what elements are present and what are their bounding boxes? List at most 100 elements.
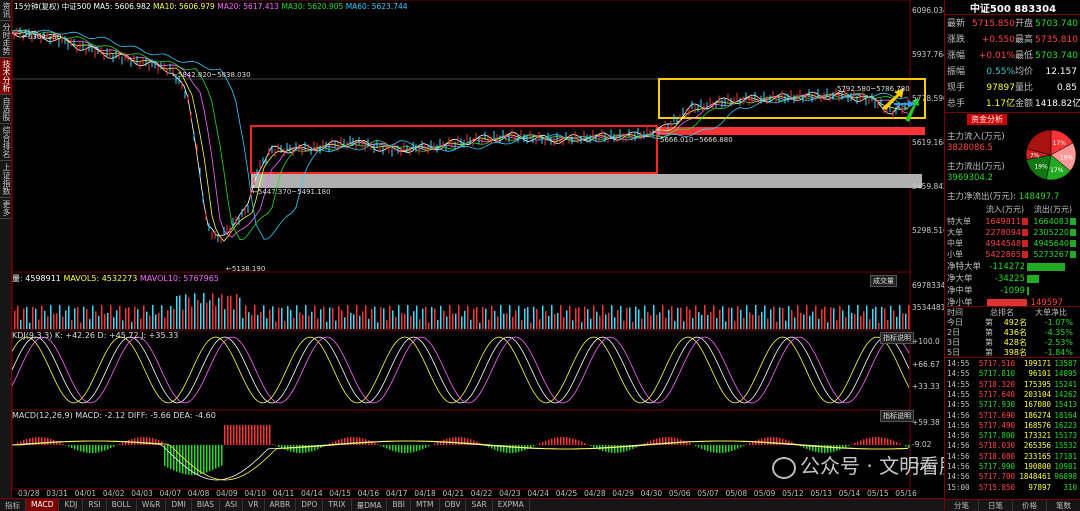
volume-bar bbox=[908, 305, 910, 329]
volume-bar bbox=[596, 312, 598, 329]
volume-bar bbox=[818, 319, 820, 329]
volume-bar bbox=[680, 308, 682, 329]
indicator-tab[interactable]: VR bbox=[243, 499, 264, 511]
indicator-tab[interactable]: MACD bbox=[26, 499, 59, 511]
tab-technical[interactable]: 技术分析 bbox=[0, 58, 11, 95]
right-bottom-tab[interactable]: 笔数 bbox=[1047, 500, 1080, 511]
pie-label: 17% bbox=[1050, 167, 1064, 174]
macd-bar bbox=[530, 445, 532, 448]
macd-bar bbox=[575, 439, 577, 445]
tab-index[interactable]: 上证指数 bbox=[0, 161, 11, 198]
tick-volume: 96101 bbox=[1015, 369, 1051, 378]
indicator-tab[interactable]: DMI bbox=[166, 499, 191, 511]
volume-bar bbox=[620, 306, 622, 329]
indicator-tab[interactable]: 指标 bbox=[0, 499, 26, 511]
indicator-tab[interactable]: BIAS bbox=[192, 499, 220, 511]
macd-bar bbox=[698, 445, 700, 448]
volume-bar bbox=[803, 314, 805, 329]
tick-row: 14:565718.03026535615532 bbox=[947, 441, 1079, 451]
indicator-tab[interactable]: EXPMA bbox=[493, 499, 530, 511]
indicator-tab[interactable]: ASI bbox=[220, 499, 243, 511]
indicator-tab[interactable]: OBV bbox=[440, 499, 467, 511]
kline-chart-area[interactable]: 15分钟(复权) 中证500 MA5: 5606.982 MA10: 5606.… bbox=[12, 0, 944, 498]
chart-svg[interactable] bbox=[12, 0, 944, 498]
macd-bar bbox=[434, 444, 436, 445]
quote-value: +0.01% bbox=[971, 51, 1015, 61]
indicator-tab[interactable]: 量DMA bbox=[352, 499, 388, 511]
quote-label: 最新 bbox=[947, 16, 971, 29]
indicator-tab[interactable]: ARBR bbox=[265, 499, 297, 511]
right-bottom-tab[interactable]: 日笔 bbox=[979, 500, 1013, 511]
macd-bar bbox=[122, 443, 124, 445]
volume-bar bbox=[710, 312, 712, 329]
right-bottom-tab[interactable]: 价格 bbox=[1013, 500, 1047, 511]
macd-bar bbox=[419, 445, 421, 450]
volume-bar bbox=[341, 310, 343, 329]
macd-help-button[interactable]: 指标说明 bbox=[880, 410, 914, 422]
tab-more[interactable]: 更多 bbox=[0, 198, 11, 219]
net-flow-value: -34225 bbox=[987, 274, 1025, 284]
tick-volume: 168576 bbox=[1015, 421, 1051, 430]
kdj-help-button[interactable]: 指标说明 bbox=[880, 332, 914, 344]
volume-bar bbox=[848, 305, 850, 329]
tick-price: 5718.030 bbox=[973, 441, 1015, 450]
macd-bar bbox=[770, 437, 772, 445]
kdj-axis-label: +100.0 bbox=[912, 337, 940, 346]
volume-bar bbox=[407, 305, 409, 329]
macd-bar bbox=[167, 445, 169, 468]
tick-time: 14:56 bbox=[947, 462, 973, 471]
tab-watchlist[interactable]: 自选股 bbox=[0, 95, 11, 124]
macd-bar bbox=[557, 437, 559, 445]
indicator-tab[interactable]: DPO bbox=[296, 499, 323, 511]
volume-bar bbox=[311, 312, 313, 329]
right-bottom-tab[interactable]: 分笔 bbox=[945, 500, 979, 511]
date-axis-label: 04/14 bbox=[301, 489, 323, 498]
volume-bar bbox=[248, 312, 250, 329]
volume-indicator-button[interactable]: 成交量 bbox=[870, 275, 897, 287]
tab-intraday[interactable]: 分时走势 bbox=[0, 21, 11, 58]
indicator-tab[interactable]: MTM bbox=[411, 499, 440, 511]
right-bottom-tabs: 分笔日笔价格笔数 bbox=[945, 499, 1080, 511]
indicator-tab[interactable]: RSI bbox=[83, 499, 106, 511]
volume-bar bbox=[227, 296, 229, 329]
volume-bar bbox=[71, 320, 73, 329]
volume-bar bbox=[479, 323, 481, 329]
macd-bar bbox=[845, 445, 847, 447]
volume-bar bbox=[392, 310, 394, 329]
macd-bar bbox=[863, 439, 865, 445]
indicator-tab[interactable]: KDJ bbox=[59, 499, 83, 511]
volume-bar bbox=[212, 293, 214, 329]
fund-analysis-header[interactable]: 资金分析 bbox=[967, 114, 1007, 125]
indicator-tab[interactable]: SAR bbox=[466, 499, 492, 511]
volume-bar bbox=[797, 305, 799, 329]
price-axis-label: 6096.034 bbox=[912, 6, 948, 15]
indicator-tab[interactable]: BBI bbox=[387, 499, 411, 511]
macd-bar bbox=[41, 437, 43, 445]
tick-price: 5718.080 bbox=[973, 452, 1015, 461]
macd-bar bbox=[869, 438, 871, 445]
volume-bar bbox=[200, 303, 202, 329]
volume-bar bbox=[590, 319, 592, 329]
volume-bar bbox=[875, 307, 877, 329]
volume-bar bbox=[293, 318, 295, 329]
volume-bar bbox=[635, 306, 637, 329]
tick-time: 14:55 bbox=[947, 390, 973, 399]
volume-bar bbox=[494, 311, 496, 329]
volume-bar bbox=[677, 308, 679, 329]
tab-news[interactable]: 资讯 bbox=[0, 0, 11, 21]
box-mid-price-tag: 5666.010~5666.880 bbox=[660, 136, 733, 144]
indicator-tab[interactable]: TRIX bbox=[323, 499, 351, 511]
volume-bar bbox=[173, 309, 175, 329]
tab-ranking[interactable]: 综合排名 bbox=[0, 124, 11, 161]
macd-bar bbox=[554, 438, 556, 445]
macd-bar bbox=[551, 439, 553, 445]
volume-bar bbox=[17, 306, 19, 329]
macd-bar bbox=[449, 438, 451, 445]
volume-bar bbox=[482, 307, 484, 329]
volume-bar bbox=[809, 316, 811, 329]
indicator-tab[interactable]: BOLL bbox=[107, 499, 137, 511]
tick-price: 5717.810 bbox=[973, 369, 1015, 378]
macd-bar bbox=[413, 445, 415, 452]
indicator-tab[interactable]: W&R bbox=[137, 499, 166, 511]
macd-bar bbox=[161, 441, 163, 445]
